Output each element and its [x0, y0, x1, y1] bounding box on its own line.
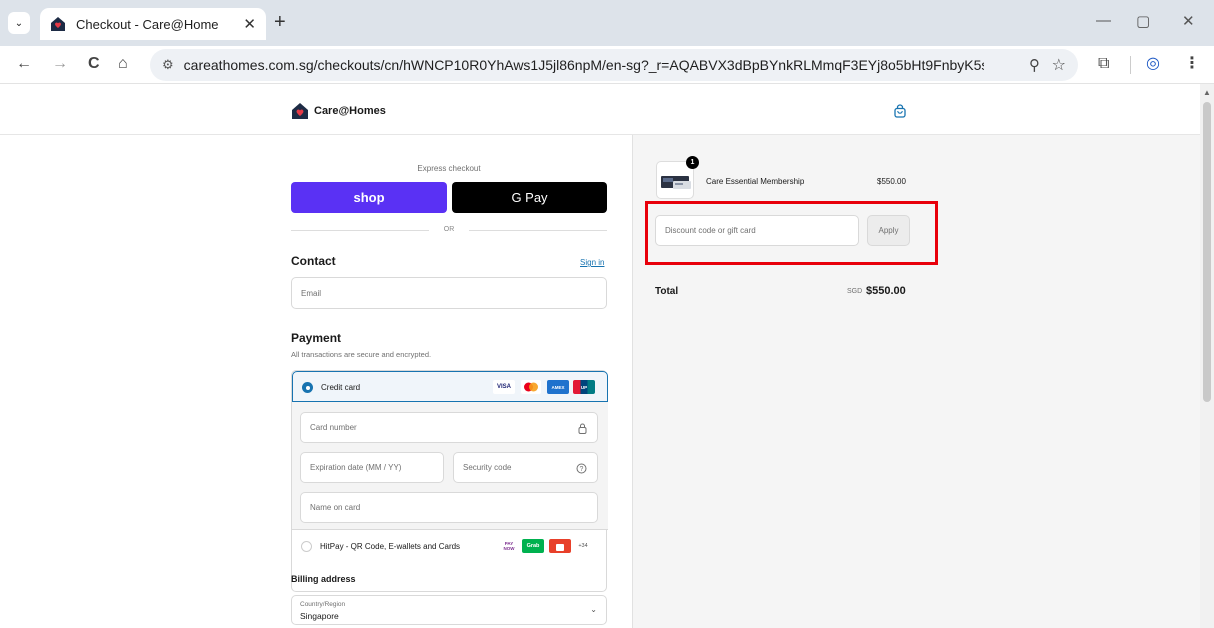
- shop-pay-button[interactable]: shop: [291, 182, 447, 213]
- total-currency: SGD: [847, 288, 863, 295]
- store-logo-text: Care@Homes: [314, 105, 386, 117]
- sign-in-link[interactable]: Sign in: [580, 258, 604, 267]
- chevron-down-icon: ⌄: [590, 605, 597, 614]
- care-at-home-logo-icon: [292, 103, 308, 119]
- bookmark-star-icon[interactable]: ☆: [1052, 55, 1066, 75]
- shopping-bag-icon[interactable]: [893, 104, 907, 118]
- credit-card-form: Card number Expiration date (MM / YY) Se…: [292, 402, 608, 530]
- reload-button[interactable]: C: [88, 55, 100, 73]
- unionpay-icon: UP: [573, 380, 595, 394]
- name-on-card-field[interactable]: Name on card: [300, 492, 598, 523]
- checkout-page: Care@Homes ▲ Express checkout shop G Pay…: [0, 84, 1214, 628]
- expiration-date-field[interactable]: Expiration date (MM / YY): [300, 452, 444, 483]
- country-select[interactable]: Country/Region Singapore ⌄: [291, 595, 607, 625]
- product-price: $550.00: [877, 177, 906, 186]
- card-number-field[interactable]: Card number: [300, 412, 598, 443]
- care-at-home-favicon-icon: [51, 17, 65, 31]
- close-window-button[interactable]: ✕: [1182, 12, 1195, 30]
- total-label: Total: [655, 286, 679, 297]
- mastercard-icon: [521, 380, 541, 394]
- toolbar-divider: [1130, 56, 1131, 74]
- restore-button[interactable]: ▢: [1136, 12, 1150, 30]
- new-tab-button[interactable]: +: [274, 12, 286, 32]
- or-line-right: [469, 230, 607, 231]
- payment-subtitle: All transactions are secure and encrypte…: [291, 350, 432, 359]
- express-checkout-label: Express checkout: [417, 164, 481, 173]
- scrollbar-thumb[interactable]: [1203, 102, 1211, 402]
- billing-address-title: Billing address: [291, 574, 356, 584]
- credit-card-option[interactable]: Credit card VISA AMEX UP: [292, 371, 608, 402]
- url-text: careathomes.com.sg/checkouts/cn/hWNCP10R…: [183, 57, 984, 73]
- payment-methods: Credit card VISA AMEX UP Card number Exp…: [291, 370, 608, 592]
- discount-highlight-box: [645, 201, 938, 265]
- tab-search-button[interactable]: ⌄: [8, 12, 30, 34]
- hitpay-radio[interactable]: [301, 541, 312, 552]
- quantity-badge: 1: [686, 156, 699, 169]
- help-icon[interactable]: ?: [576, 463, 587, 474]
- page-scrollbar[interactable]: ▲: [1200, 84, 1214, 628]
- forward-button[interactable]: →: [52, 55, 68, 73]
- total-value: $550.00: [866, 285, 906, 297]
- grab-icon: Grab: [522, 539, 544, 553]
- browser-tabstrip: ⌄ Checkout - Care@Home ✕ + — ▢ ✕: [0, 0, 1214, 46]
- card-number-placeholder: Card number: [310, 423, 357, 432]
- tab-title: Checkout - Care@Home: [76, 16, 219, 32]
- credit-card-radio[interactable]: [302, 382, 313, 393]
- site-settings-icon[interactable]: ⚙: [162, 57, 174, 73]
- hitpay-option[interactable]: HitPay - QR Code, E-wallets and Cards PA…: [292, 530, 608, 562]
- address-bar[interactable]: ⚙ careathomes.com.sg/checkouts/cn/hWNCP1…: [150, 49, 1078, 81]
- profile-icon[interactable]: ◎: [1146, 55, 1160, 73]
- google-pay-button[interactable]: G Pay: [452, 182, 607, 213]
- contact-title: Contact: [291, 254, 336, 268]
- more-methods-badge: +34: [578, 543, 588, 549]
- store-header: Care@Homes: [0, 84, 1200, 135]
- paynow-icon: PAY NOW: [503, 541, 515, 551]
- tab-bar: ⌄ Checkout - Care@Home ✕ + — ▢ ✕: [0, 6, 1214, 40]
- browser-menu-icon[interactable]: ⋮: [1184, 55, 1200, 73]
- zoom-icon[interactable]: ⚲: [1029, 56, 1040, 74]
- country-label: Country/Region: [300, 601, 346, 608]
- amex-icon: AMEX: [547, 380, 569, 394]
- product-name: Care Essential Membership: [706, 177, 805, 186]
- hitpay-label: HitPay - QR Code, E-wallets and Cards: [320, 542, 461, 551]
- country-value: Singapore: [300, 611, 339, 621]
- security-code-placeholder: Security code: [463, 463, 512, 472]
- or-divider: OR: [291, 224, 607, 236]
- lock-icon: [578, 423, 587, 434]
- payment-title: Payment: [291, 331, 342, 345]
- home-button[interactable]: ⌂: [118, 55, 128, 73]
- shopeepay-icon: [549, 539, 571, 553]
- security-code-field[interactable]: Security code ?: [453, 452, 598, 483]
- scroll-up-icon[interactable]: ▲: [1203, 88, 1211, 97]
- svg-text:?: ?: [580, 466, 584, 473]
- visa-icon: VISA: [493, 380, 515, 394]
- tab-close-icon[interactable]: ✕: [243, 15, 256, 33]
- back-button[interactable]: ←: [16, 55, 32, 73]
- minimize-button[interactable]: —: [1096, 12, 1111, 29]
- email-field[interactable]: Email: [291, 277, 607, 309]
- tab-checkout[interactable]: Checkout - Care@Home ✕: [40, 8, 266, 40]
- browser-toolbar: ← → C ⌂ ⚙ careathomes.com.sg/checkouts/c…: [0, 46, 1214, 84]
- chevron-down-icon: ⌄: [14, 17, 24, 29]
- store-logo[interactable]: Care@Homes: [291, 102, 386, 120]
- credit-card-label: Credit card: [321, 383, 361, 392]
- extensions-icon[interactable]: ⧉: [1098, 55, 1109, 73]
